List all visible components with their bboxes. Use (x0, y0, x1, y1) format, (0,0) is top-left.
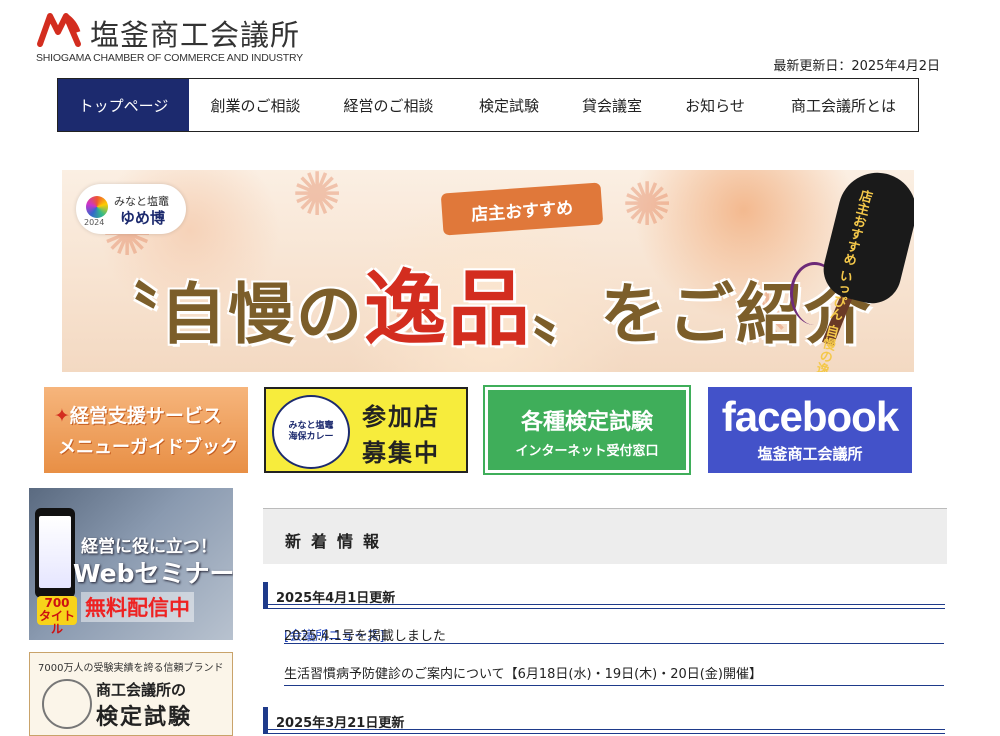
logo-subtitle: SHIOGAMA CHAMBER OF COMMERCE AND INDUSTR… (36, 52, 303, 64)
exam-logo-icon (42, 679, 92, 729)
chamber-exam-banner[interactable]: 7000万人の受験実績を誇る信頼ブランド 商工会議所の 検定試験 (29, 652, 233, 736)
chamber-logo-icon (37, 13, 81, 47)
nav-about[interactable]: 商工会議所とは (769, 79, 918, 131)
yumehaku-badge: みなと塩竈 ゆめ博 2024 (76, 184, 186, 234)
last-updated: 最新更新日：2025年4月2日 (773, 59, 940, 74)
yumehaku-logo-icon (86, 196, 108, 218)
nav-exams[interactable]: 検定試験 (455, 79, 563, 131)
exam-registration-banner[interactable]: 各種検定試験 インターネット受付窓口 (483, 385, 691, 475)
main-nav: トップページ 創業のご相談 経営のご相談 検定試験 貸会議室 お知らせ 商工会議… (57, 78, 919, 132)
curry-shops-banner[interactable]: みなと塩竈 海保カレー 参加店 募集中 (264, 387, 468, 473)
nav-top[interactable]: トップページ (58, 79, 189, 131)
nav-rooms[interactable]: 貸会議室 (563, 79, 661, 131)
nav-management[interactable]: 経営のご相談 (322, 79, 455, 131)
hero-title: 〝自慢の逸品〟をご紹介 (92, 261, 873, 357)
news-date-header: 2025年4月1日更新 (263, 582, 945, 609)
web-seminar-banner[interactable]: 経営に役に立つ！ Webセミナー 700 タイトル 無料配信中 (29, 488, 233, 640)
news-date-header: 2025年3月21日更新 (263, 707, 945, 734)
hero-tag: 店主おすすめ (440, 182, 604, 236)
facebook-banner[interactable]: facebook 塩釜商工会議所 (708, 387, 912, 473)
logo-title: 塩釜商工会議所 (90, 18, 301, 52)
paddle-icon: 店主おすすめ いっぴん 自慢の逸品 (809, 170, 914, 372)
news-item[interactable]: [会議所ニュース] 2025.4.1号を掲載しました (284, 617, 944, 644)
maple-leaf-icon: ✺ (292, 170, 343, 230)
smartphone-icon (35, 508, 75, 598)
guidebook-banner[interactable]: ✦経営支援サービス メニューガイドブック (44, 387, 248, 473)
news-heading: 新着情報 (263, 508, 947, 564)
news-item[interactable]: 生活習慣病予防健診のご案内について【6月18日(水)・19日(木)・20日(金)… (284, 659, 944, 686)
nav-news[interactable]: お知らせ (661, 79, 769, 131)
chamber-logo-icon: ✦ (54, 405, 70, 427)
nav-startup[interactable]: 創業のご相談 (189, 79, 322, 131)
maple-leaf-icon: ✺ (622, 170, 673, 240)
title-count-badge: 700 タイトル (37, 596, 77, 636)
hero-banner[interactable]: ✺ ✺ ✺ ✺ ✺ みなと塩竈 ゆめ博 2024 店主おすすめ 〝自慢の逸品〟を… (62, 170, 914, 372)
curry-seal-icon: みなと塩竈 海保カレー (272, 395, 350, 469)
